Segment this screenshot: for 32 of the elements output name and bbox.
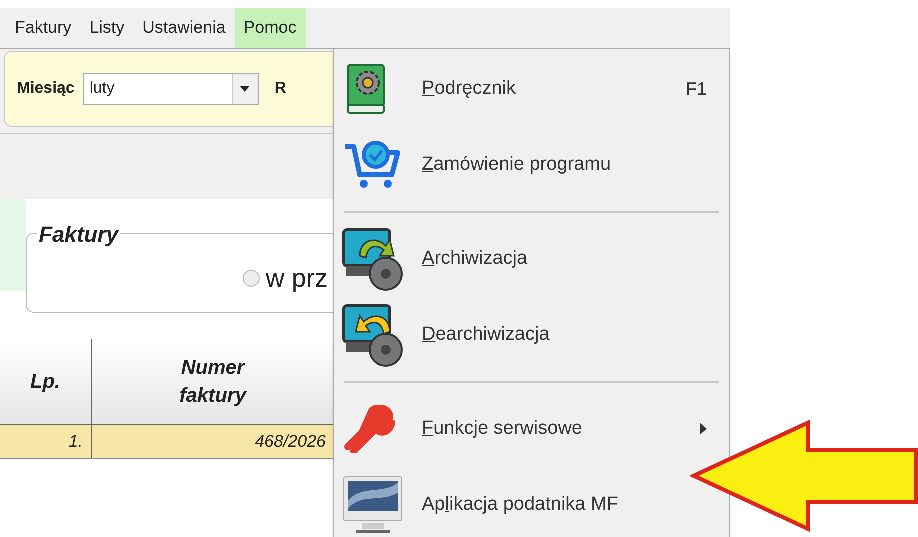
menu-item[interactable]: Aplikacja podatnika MF (334, 467, 729, 537)
monitor-disc-icon (342, 226, 406, 292)
table-row[interactable]: 1. 468/2026 (0, 425, 334, 459)
table-cell-text: 468/2026 (254, 431, 327, 453)
month-dropdown[interactable]: luty (82, 73, 259, 105)
menu-item-label: Zamówienie programu (422, 152, 612, 177)
column-header[interactable]: Lp. (0, 339, 92, 424)
menu-item[interactable]: Faktury (6, 8, 81, 48)
caret-icon (232, 74, 258, 104)
menu-item-label: Podręcznik (422, 76, 518, 101)
menu-item-label: Funkcje serwisowe (422, 416, 584, 441)
menu-item[interactable]: Pomoc (234, 8, 306, 48)
menu-item[interactable]: Ustawienia (134, 8, 235, 48)
month-label: Miesiąc (17, 79, 75, 99)
menu-item[interactable]: Listy (80, 8, 134, 48)
radio-label: w prz (266, 262, 328, 294)
menu-item-label: Dearchiwizacja (422, 322, 551, 347)
menu-item[interactable]: Archiwizacja (334, 221, 729, 297)
menu-item-label: Aplikacja podatnika MF (422, 492, 620, 517)
radio-button[interactable] (242, 270, 260, 286)
submenu-arrow-icon (700, 423, 707, 435)
menu-item[interactable]: Funkcje serwisowe (334, 391, 729, 467)
year-label: R (274, 79, 286, 99)
menu-item[interactable]: Dearchiwizacja (334, 297, 729, 373)
column-header[interactable]: Numer faktury (92, 339, 334, 424)
table-cell: 1. (0, 425, 92, 458)
menu-item[interactable]: Podręcznik F1 (334, 51, 729, 127)
menu-item-label: Archiwizacja (422, 246, 529, 271)
shortcut-label: F1 (686, 78, 707, 100)
monitor-disc-icon (342, 302, 406, 368)
callout-arrow-icon (690, 420, 918, 532)
menu-item[interactable]: Zamówienie programu (334, 127, 729, 203)
